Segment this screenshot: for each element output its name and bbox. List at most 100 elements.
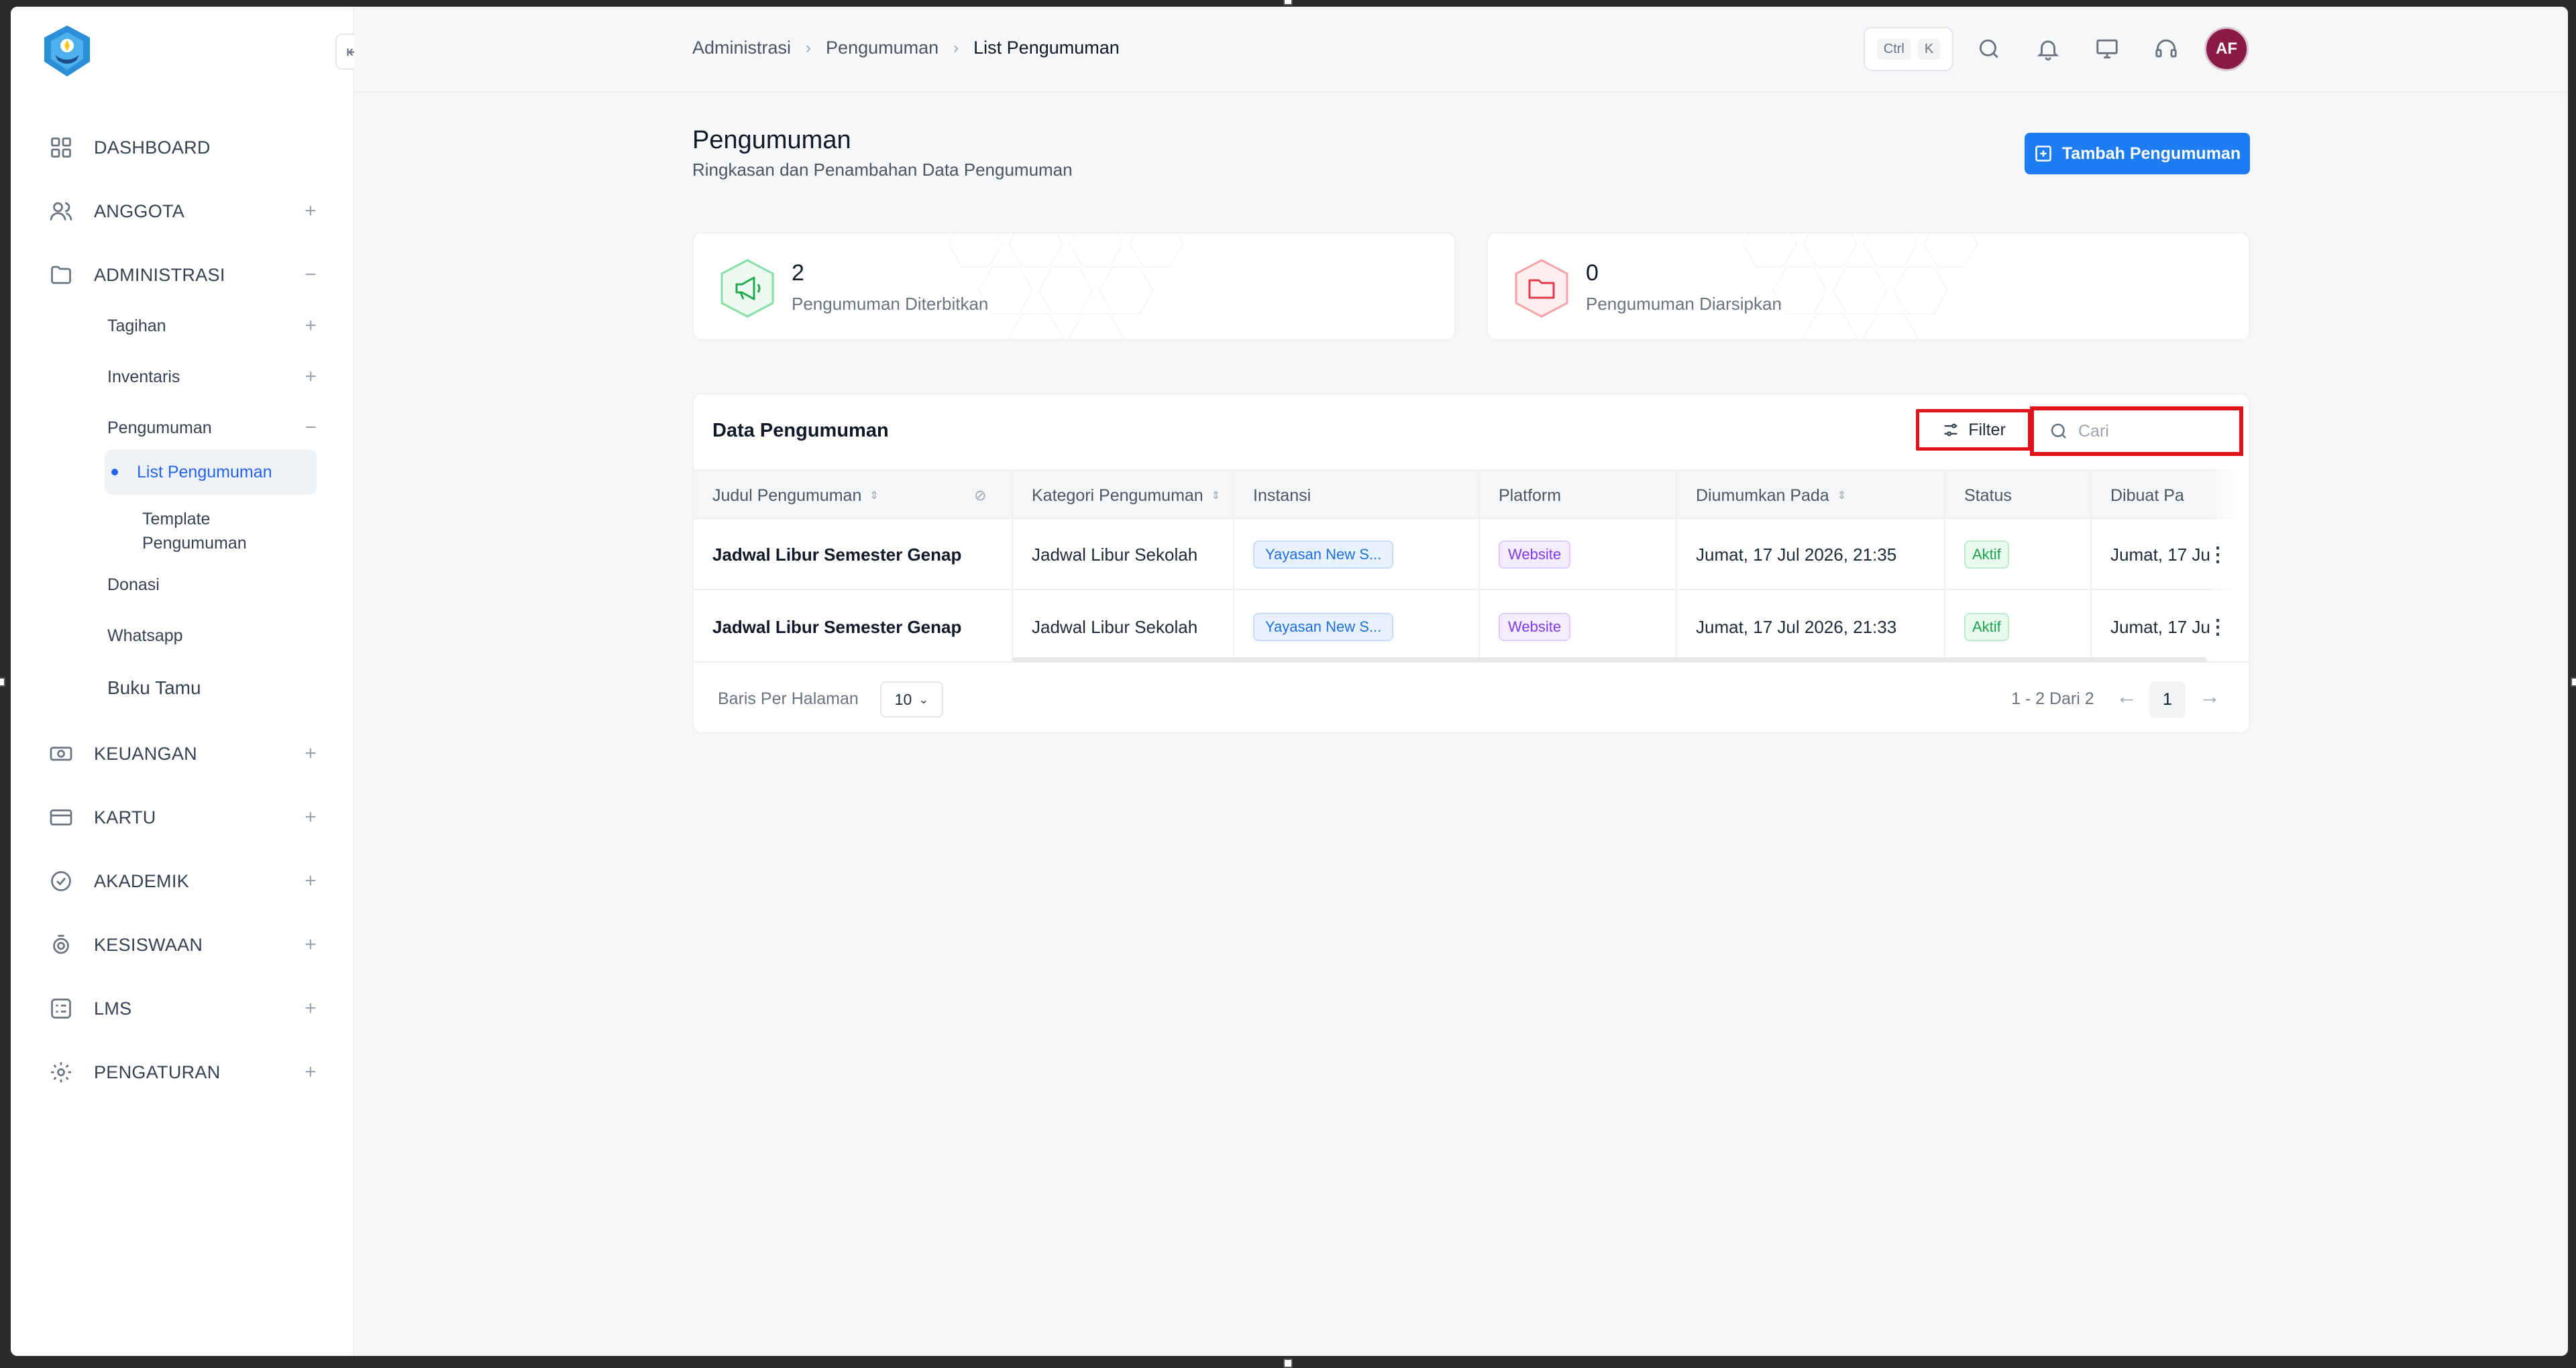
search-icon xyxy=(2051,423,2066,439)
sidebar-item-template-pengumuman[interactable]: Template Pengumuman xyxy=(142,507,290,555)
rows-per-page-select[interactable]: 10 ⌄ xyxy=(880,681,943,718)
published-count: 2 xyxy=(792,260,804,286)
avatar[interactable]: AF xyxy=(2204,27,2249,71)
sidebar-item-list-pengumuman[interactable]: List Pengumuman xyxy=(105,449,317,495)
sidebar-item-whatsapp[interactable]: Whatsapp xyxy=(107,617,317,654)
cell-platform: Website xyxy=(1499,519,1571,590)
sort-icon[interactable]: ⇕ xyxy=(1837,489,1846,502)
nav-lms[interactable]: LMS + xyxy=(48,988,317,1029)
resize-handle-top[interactable] xyxy=(1283,0,1293,5)
cell-judul: Jadwal Libur Semester Genap xyxy=(712,544,962,565)
command-palette-shortcut[interactable]: Ctrl K xyxy=(1864,27,1953,71)
column-judul[interactable]: Judul Pengumuman ⇕ xyxy=(712,471,879,520)
nav-label: KESISWAAN xyxy=(94,934,203,955)
active-dot xyxy=(111,469,118,475)
bell-icon[interactable] xyxy=(2035,36,2062,63)
chevron-right-icon: › xyxy=(953,38,959,57)
sub-label: Buku Tamu xyxy=(107,677,201,698)
archived-count: 0 xyxy=(1586,260,1599,286)
nav-anggota[interactable]: ANGGOTA + xyxy=(48,191,317,231)
monitor-icon[interactable] xyxy=(2094,36,2121,63)
search-input[interactable]: Cari xyxy=(2030,406,2243,456)
nav-keuangan[interactable]: KEUANGAN + xyxy=(48,734,317,774)
expand-icon[interactable]: + xyxy=(305,806,317,829)
search-placeholder: Cari xyxy=(2078,421,2109,441)
archived-label: Pengumuman Diarsipkan xyxy=(1586,294,1782,314)
sub-label: Whatsapp xyxy=(107,626,183,645)
sort-icon[interactable]: ⇕ xyxy=(1212,489,1220,502)
sidebar-item-donasi[interactable]: Donasi xyxy=(107,566,317,604)
expand-icon[interactable]: + xyxy=(305,365,317,388)
sub-label: Tagihan xyxy=(107,316,166,335)
filter-button[interactable]: Filter xyxy=(1916,409,2031,451)
money-icon xyxy=(48,741,74,766)
cell-dibuat: Jumat, 17 Jul 202 xyxy=(2110,544,2211,565)
collapse-icon[interactable]: − xyxy=(305,416,317,439)
breadcrumb-pengumuman[interactable]: Pengumuman xyxy=(826,38,938,58)
column-diumumkan[interactable]: Diumumkan Pada ⇕ xyxy=(1696,471,1846,520)
table-row[interactable]: Jadwal Libur Semester Genap Jadwal Libur… xyxy=(694,519,2249,590)
expand-icon[interactable]: + xyxy=(305,933,317,956)
megaphone-icon xyxy=(720,259,774,318)
page-number[interactable]: 1 xyxy=(2149,681,2186,718)
nav-label: ANGGOTA xyxy=(94,201,185,221)
table-row[interactable]: Jadwal Libur Semester Genap Jadwal Libur… xyxy=(694,591,2249,663)
column-label: Judul Pengumuman xyxy=(712,486,862,505)
sub-label: Inventaris xyxy=(107,367,180,386)
prev-page-icon[interactable]: ← xyxy=(2116,684,2137,709)
nav-pengaturan[interactable]: PENGATURAN + xyxy=(48,1052,317,1092)
expand-icon[interactable]: + xyxy=(305,315,317,337)
status-badge: Aktif xyxy=(1964,613,2009,641)
resize-handle-right[interactable] xyxy=(2571,677,2576,687)
nav-label: KEUANGAN xyxy=(94,743,197,764)
support-icon[interactable] xyxy=(2153,36,2180,63)
resize-handle-bottom[interactable] xyxy=(1283,1359,1293,1368)
cell-kategori: Jadwal Libur Sekolah xyxy=(1032,616,1198,637)
rows-per-page-value: 10 xyxy=(894,690,912,708)
expand-icon[interactable]: + xyxy=(305,200,317,223)
expand-icon[interactable]: + xyxy=(305,1061,317,1084)
next-page-icon[interactable]: → xyxy=(2199,684,2220,709)
cell-platform: Website xyxy=(1499,591,1571,663)
stat-card-published: 2 Pengumuman Diterbitkan xyxy=(692,232,1456,341)
breadcrumb-current: List Pengumuman xyxy=(973,38,1120,58)
expand-icon[interactable]: + xyxy=(305,997,317,1020)
table-header: Judul Pengumuman ⇕ ⊘ Kategori Pengumuman ⇕… xyxy=(694,469,2249,520)
nav-kesiswaan[interactable]: KESISWAAN + xyxy=(48,925,317,965)
chevron-right-icon: › xyxy=(806,38,812,57)
search-icon[interactable] xyxy=(1976,36,2003,63)
sidebar-item-tagihan[interactable]: Tagihan + xyxy=(107,307,317,345)
resize-handle-left[interactable] xyxy=(0,677,5,687)
column-kategori[interactable]: Kategori Pengumuman ⇕ xyxy=(1032,471,1220,520)
sub-label: Template Pengumuman xyxy=(142,510,247,553)
cell-instansi: Yayasan New S... xyxy=(1253,519,1394,590)
nav-dashboard[interactable]: DASHBOARD xyxy=(48,127,317,168)
archive-folder-icon xyxy=(1515,259,1568,318)
unpin-icon[interactable]: ⊘ xyxy=(974,471,986,520)
sub-label: Pengumuman xyxy=(107,418,212,437)
breadcrumb-administrasi[interactable]: Administrasi xyxy=(692,38,791,58)
add-announcement-button[interactable]: Tambah Pengumuman xyxy=(2025,133,2250,174)
student-icon xyxy=(48,932,74,958)
expand-icon[interactable]: + xyxy=(305,742,317,765)
sliders-icon xyxy=(1944,423,1957,437)
horizontal-scrollbar[interactable] xyxy=(1012,657,2207,663)
sort-icon[interactable]: ⇕ xyxy=(869,489,878,502)
nav-kartu[interactable]: KARTU + xyxy=(48,797,317,838)
nav-akademik[interactable]: AKADEMIK + xyxy=(48,861,317,901)
sidebar-item-inventaris[interactable]: Inventaris + xyxy=(107,358,317,396)
cell-instansi: Yayasan New S... xyxy=(1253,591,1394,663)
add-button-label: Tambah Pengumuman xyxy=(2061,144,2241,163)
dashboard-icon xyxy=(48,135,74,160)
collapse-icon[interactable]: − xyxy=(305,264,317,286)
row-menu-icon[interactable]: ⋮ xyxy=(2208,591,2228,663)
status-badge: Aktif xyxy=(1964,540,2009,569)
row-menu-icon[interactable]: ⋮ xyxy=(2208,519,2228,590)
sidebar-item-buku-tamu[interactable]: Buku Tamu xyxy=(107,669,317,707)
school-logo[interactable] xyxy=(39,23,95,79)
sidebar-item-pengumuman[interactable]: Pengumuman − xyxy=(107,409,317,447)
cell-status: Aktif xyxy=(1964,591,2009,663)
nav-administrasi[interactable]: ADMINISTRASI − xyxy=(48,255,317,295)
expand-icon[interactable]: + xyxy=(305,870,317,893)
hexagon-pattern xyxy=(949,233,1185,339)
